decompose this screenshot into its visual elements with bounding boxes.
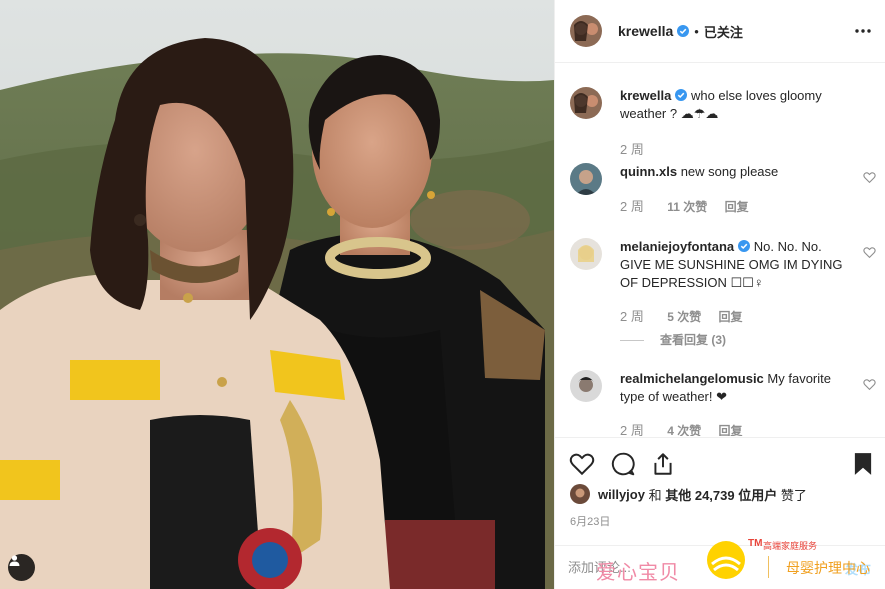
commenter-avatar[interactable] [570, 370, 602, 402]
commenter-avatar[interactable] [570, 238, 602, 270]
comment-likes[interactable]: 11 次赞 [667, 200, 707, 214]
action-bar [555, 437, 885, 489]
caption-avatar[interactable] [570, 87, 602, 119]
post-panel: krewella • 已关注 krewella who else loves g… [554, 0, 885, 589]
post-date[interactable]: 6月23日 [570, 513, 610, 529]
author-username[interactable]: krewella [618, 23, 673, 39]
comment-input[interactable] [568, 555, 798, 579]
reply-button[interactable]: 回复 [719, 310, 743, 324]
liker-username[interactable]: willyjoy [598, 487, 645, 502]
comment-username[interactable]: realmichelangelomusic [620, 371, 764, 386]
reply-button[interactable]: 回复 [725, 200, 749, 214]
share-icon[interactable] [650, 451, 676, 477]
likes-count-button[interactable]: 其他 24,739 位用户 [665, 485, 777, 504]
author-avatar[interactable] [570, 15, 602, 47]
photo-illustration [0, 0, 554, 589]
comment-username[interactable]: quinn.xls [620, 164, 677, 179]
post-photo[interactable] [0, 0, 554, 589]
comment-bubble-icon[interactable] [610, 451, 636, 477]
heart-icon[interactable] [863, 171, 876, 184]
view-replies-button[interactable]: 查看回复 (3) [620, 331, 726, 348]
more-horizontal-icon[interactable] [852, 20, 874, 42]
likes-conjunction: 和 [648, 487, 662, 503]
comment-body: realmichelangelomusic My favorite type o… [620, 370, 845, 406]
comment-time[interactable]: 2 周 [620, 423, 644, 436]
comment-body: quinn.xls new song please [620, 163, 845, 181]
comment-meta: 2 周 4 次赞 回复 [620, 420, 757, 436]
heart-icon[interactable] [569, 451, 595, 477]
comment-likes[interactable]: 4 次赞 [667, 424, 701, 436]
comment-time[interactable]: 2 周 [620, 199, 644, 214]
post-comment-button[interactable]: 发布 [845, 559, 871, 578]
view-replies-label: 查看回复 (3) [660, 333, 727, 347]
comment-body: melaniejoyfontana No. No. No. GIVE ME SU… [620, 238, 845, 292]
comment-meta: 2 周 11 次赞 回复 [620, 196, 763, 215]
comment-username[interactable]: melaniejoyfontana [620, 239, 734, 254]
comment-likes[interactable]: 5 次赞 [667, 310, 701, 324]
caption-time[interactable]: 2 周 [620, 142, 644, 157]
heart-icon[interactable] [863, 246, 876, 259]
caption-meta: 2 周 [620, 139, 664, 158]
comment-text: new song please [680, 164, 779, 179]
liker-avatar[interactable] [570, 484, 590, 504]
likes-summary: willyjoy 和 其他 24,739 位用户 赞了 [570, 484, 807, 504]
bookmark-icon[interactable] [850, 451, 876, 477]
verified-badge-icon [675, 89, 688, 101]
replies-divider [620, 340, 644, 342]
reply-button[interactable]: 回复 [719, 424, 743, 436]
caption-username[interactable]: krewella [620, 88, 671, 103]
likes-suffix: 赞了 [780, 487, 807, 503]
commenter-avatar[interactable] [570, 163, 602, 195]
add-comment-bar: 发布 [555, 545, 885, 589]
caption-body: krewella who else loves gloomy weather ?… [620, 87, 845, 123]
comment-time[interactable]: 2 周 [620, 309, 644, 324]
header-separator: • [694, 23, 699, 39]
verified-badge-icon [738, 240, 751, 252]
comments-list[interactable]: krewella who else loves gloomy weather ?… [555, 64, 885, 436]
verified-badge-icon [677, 25, 690, 37]
user-tag-icon[interactable] [8, 554, 35, 581]
comment-meta: 2 周 5 次赞 回复 [620, 306, 757, 325]
instagram-post: krewella • 已关注 krewella who else loves g… [0, 0, 885, 589]
follow-status-button[interactable]: 已关注 [704, 22, 743, 41]
heart-icon[interactable] [863, 378, 876, 391]
post-header: krewella • 已关注 [555, 0, 885, 63]
